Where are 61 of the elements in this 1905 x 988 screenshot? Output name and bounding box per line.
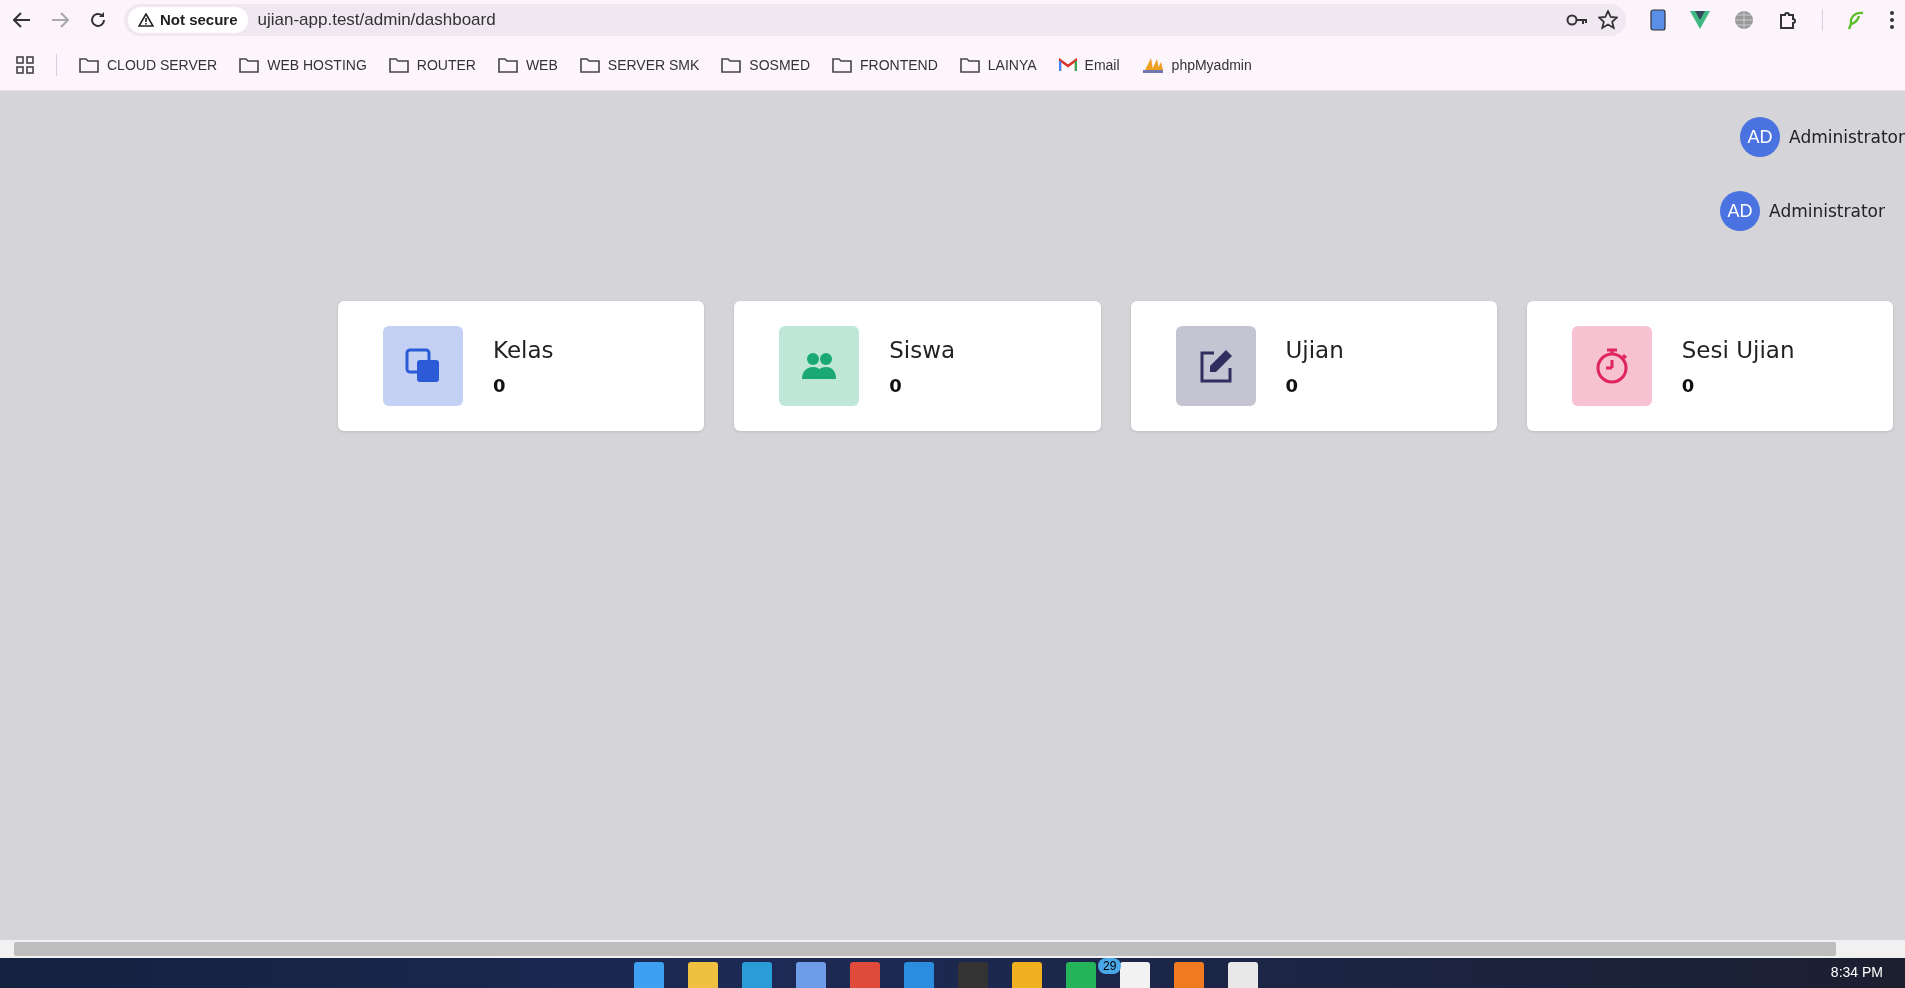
stat-title: Siswa: [889, 336, 956, 363]
app-icon[interactable]: [850, 962, 880, 988]
reload-icon: [89, 10, 107, 29]
apps-grid-icon[interactable]: [16, 55, 34, 74]
stat-value: 0: [1681, 374, 1696, 396]
notification-badge: 29: [1098, 958, 1122, 974]
app-icon[interactable]: [1174, 962, 1204, 988]
address-bar[interactable]: Not secure ujian-app.test/admin/dashboard: [124, 3, 1626, 36]
app-icon[interactable]: [796, 962, 826, 988]
mail-icon: [1058, 57, 1077, 72]
star-icon[interactable]: [1598, 9, 1618, 30]
bookmark-item[interactable]: WEB: [497, 54, 558, 75]
bookmark-item[interactable]: ROUTER: [388, 54, 476, 75]
stat-title: Ujian: [1285, 336, 1344, 363]
bookmark-item[interactable]: WEB HOSTING: [239, 54, 367, 75]
user-avatar[interactable]: AD: [1720, 191, 1761, 231]
bookmark-item[interactable]: phpMyadmin: [1141, 53, 1252, 76]
phone-icon[interactable]: [1650, 8, 1666, 31]
folder-icon: [959, 56, 980, 73]
v-logo-icon[interactable]: [1690, 10, 1710, 29]
back-arrow-icon: [13, 11, 31, 28]
warning-icon: [138, 12, 154, 27]
app-icon[interactable]: [1012, 962, 1042, 988]
app-icon[interactable]: [688, 962, 718, 988]
leaf-icon[interactable]: [1847, 9, 1865, 30]
bookmark-item[interactable]: CLOUD SERVER: [79, 54, 218, 75]
bookmark-item[interactable]: Email: [1058, 54, 1120, 75]
app-icon[interactable]: [904, 962, 934, 988]
app-icon[interactable]: [1228, 962, 1258, 988]
globe-icon[interactable]: [1734, 9, 1754, 30]
user-avatar[interactable]: AD: [1740, 117, 1781, 157]
stat-value: 0: [493, 374, 507, 396]
folder-icon: [239, 56, 260, 73]
app-icon[interactable]: [1120, 962, 1150, 988]
menu-icon[interactable]: [1889, 9, 1895, 30]
security-chip[interactable]: Not secure: [128, 6, 248, 33]
stat-value: 0: [889, 374, 903, 396]
bookmark-item[interactable]: LAINYA: [959, 54, 1037, 75]
folder-icon: [579, 56, 600, 73]
stat-title: Sesi Ujian: [1681, 336, 1795, 363]
folder-icon: [79, 56, 99, 73]
key-icon[interactable]: [1566, 13, 1588, 26]
stat-value: 0: [1285, 374, 1300, 396]
app-icon[interactable]: [1066, 962, 1096, 988]
user-name[interactable]: Administrator: [1789, 127, 1905, 147]
stat-title: Kelas: [493, 336, 554, 363]
url-text: ujian-app.test/admin/dashboard: [257, 9, 497, 30]
app-icon[interactable]: [742, 962, 772, 988]
app-icon[interactable]: [634, 962, 664, 988]
folder-icon: [497, 56, 518, 73]
app-icon[interactable]: [958, 962, 988, 988]
bookmark-item[interactable]: FRONTEND: [832, 54, 938, 75]
clock-time: 8:34 PM: [1830, 964, 1883, 980]
folder-icon: [832, 56, 853, 73]
bookmark-item[interactable]: SERVER SMK: [579, 54, 700, 75]
user-name[interactable]: Administrator: [1769, 201, 1885, 221]
bookmark-item[interactable]: SOSMED: [721, 54, 811, 75]
forward-arrow-icon: [51, 11, 69, 28]
puzzle-icon[interactable]: [1778, 9, 1798, 30]
folder-icon: [721, 56, 742, 73]
folder-icon: [388, 56, 409, 73]
